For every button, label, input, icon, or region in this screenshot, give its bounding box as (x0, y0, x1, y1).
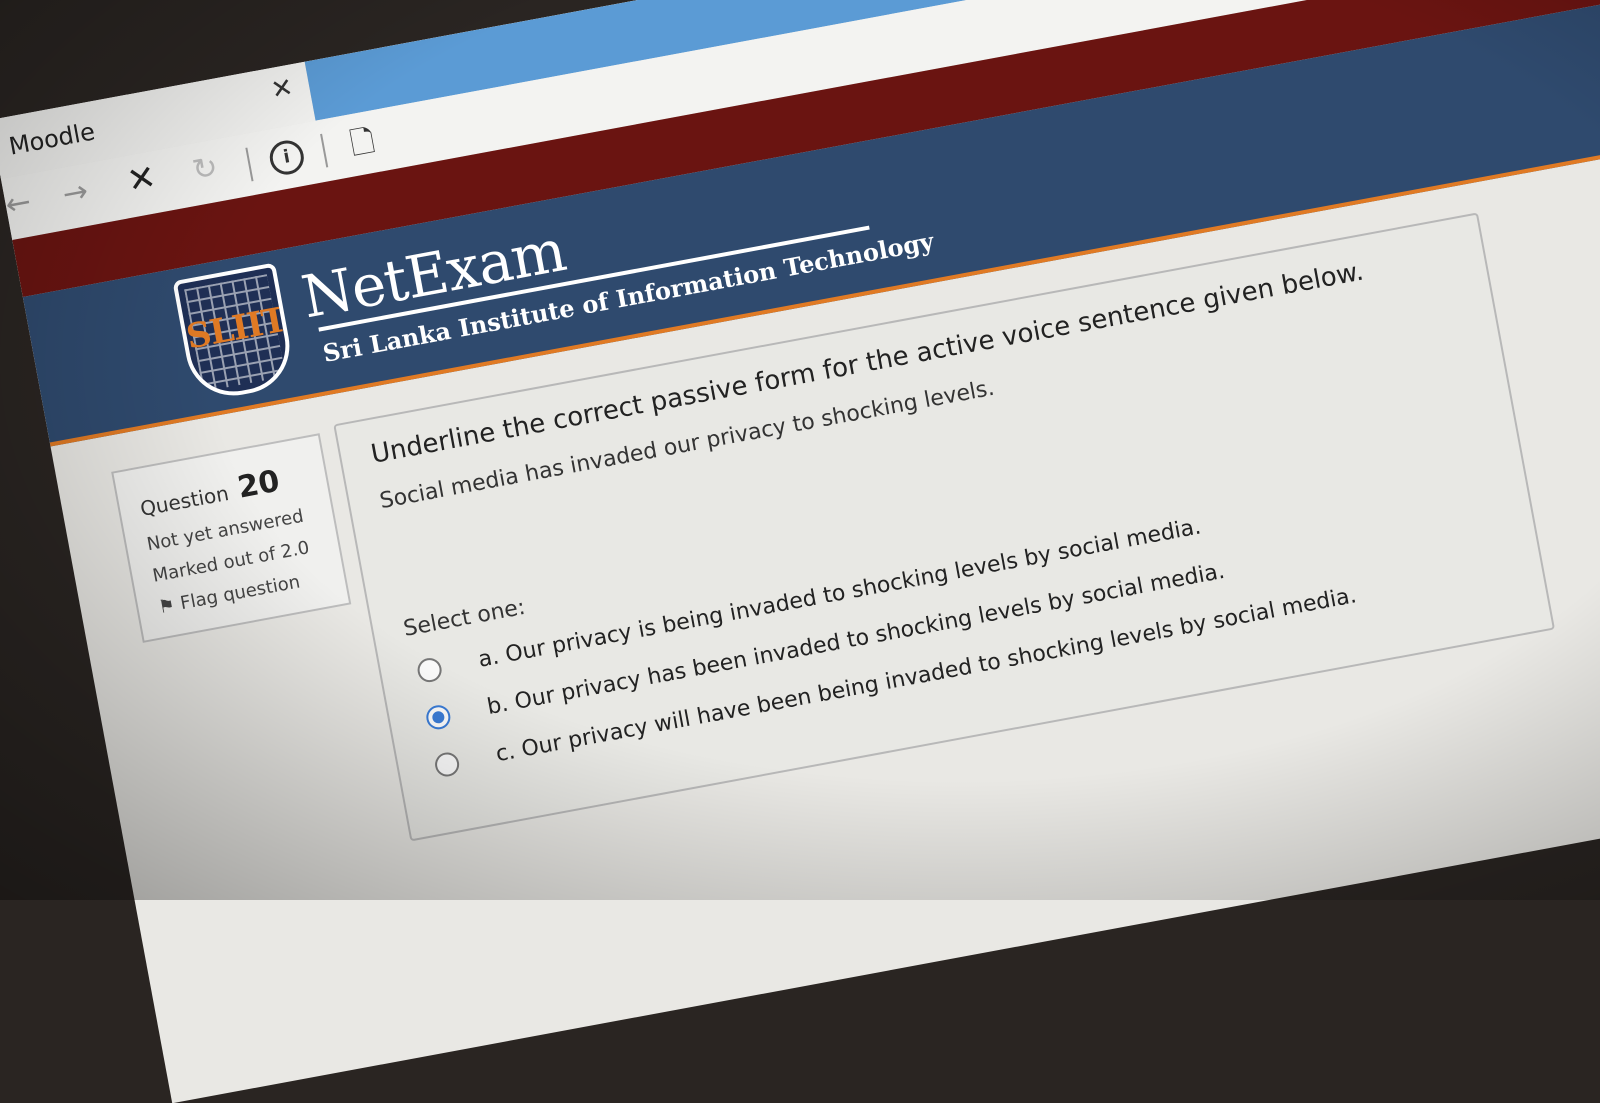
page-action-icon[interactable]: 🗋 (347, 119, 380, 174)
screen: Moodle ✕ ← → ✕ ↻ i 🗋 SLIIT NetExam Sri L… (0, 0, 1600, 1103)
toolbar-divider (245, 147, 254, 182)
close-icon[interactable]: ✕ (269, 73, 296, 106)
tab-title: Moodle (6, 117, 98, 161)
radio-button-b[interactable] (424, 703, 453, 732)
stop-icon[interactable]: ✕ (124, 157, 159, 202)
flag-icon: ⚑ (156, 594, 177, 619)
info-icon[interactable]: i (266, 137, 307, 178)
reload-icon[interactable]: ↻ (190, 150, 221, 189)
question-number: 20 (234, 463, 283, 506)
select-one-label: Select one: (401, 594, 528, 642)
radio-button-a[interactable] (415, 656, 444, 685)
question-label-text: Question (138, 481, 231, 521)
back-arrow-icon[interactable]: ← (3, 184, 34, 223)
toolbar-divider (320, 133, 329, 168)
forward-arrow-icon[interactable]: → (60, 174, 91, 213)
radio-button-c[interactable] (433, 750, 462, 779)
sliit-logo: SLIIT (172, 262, 298, 404)
question-info-panel: Question 20 Not yet answered Marked out … (111, 433, 352, 643)
